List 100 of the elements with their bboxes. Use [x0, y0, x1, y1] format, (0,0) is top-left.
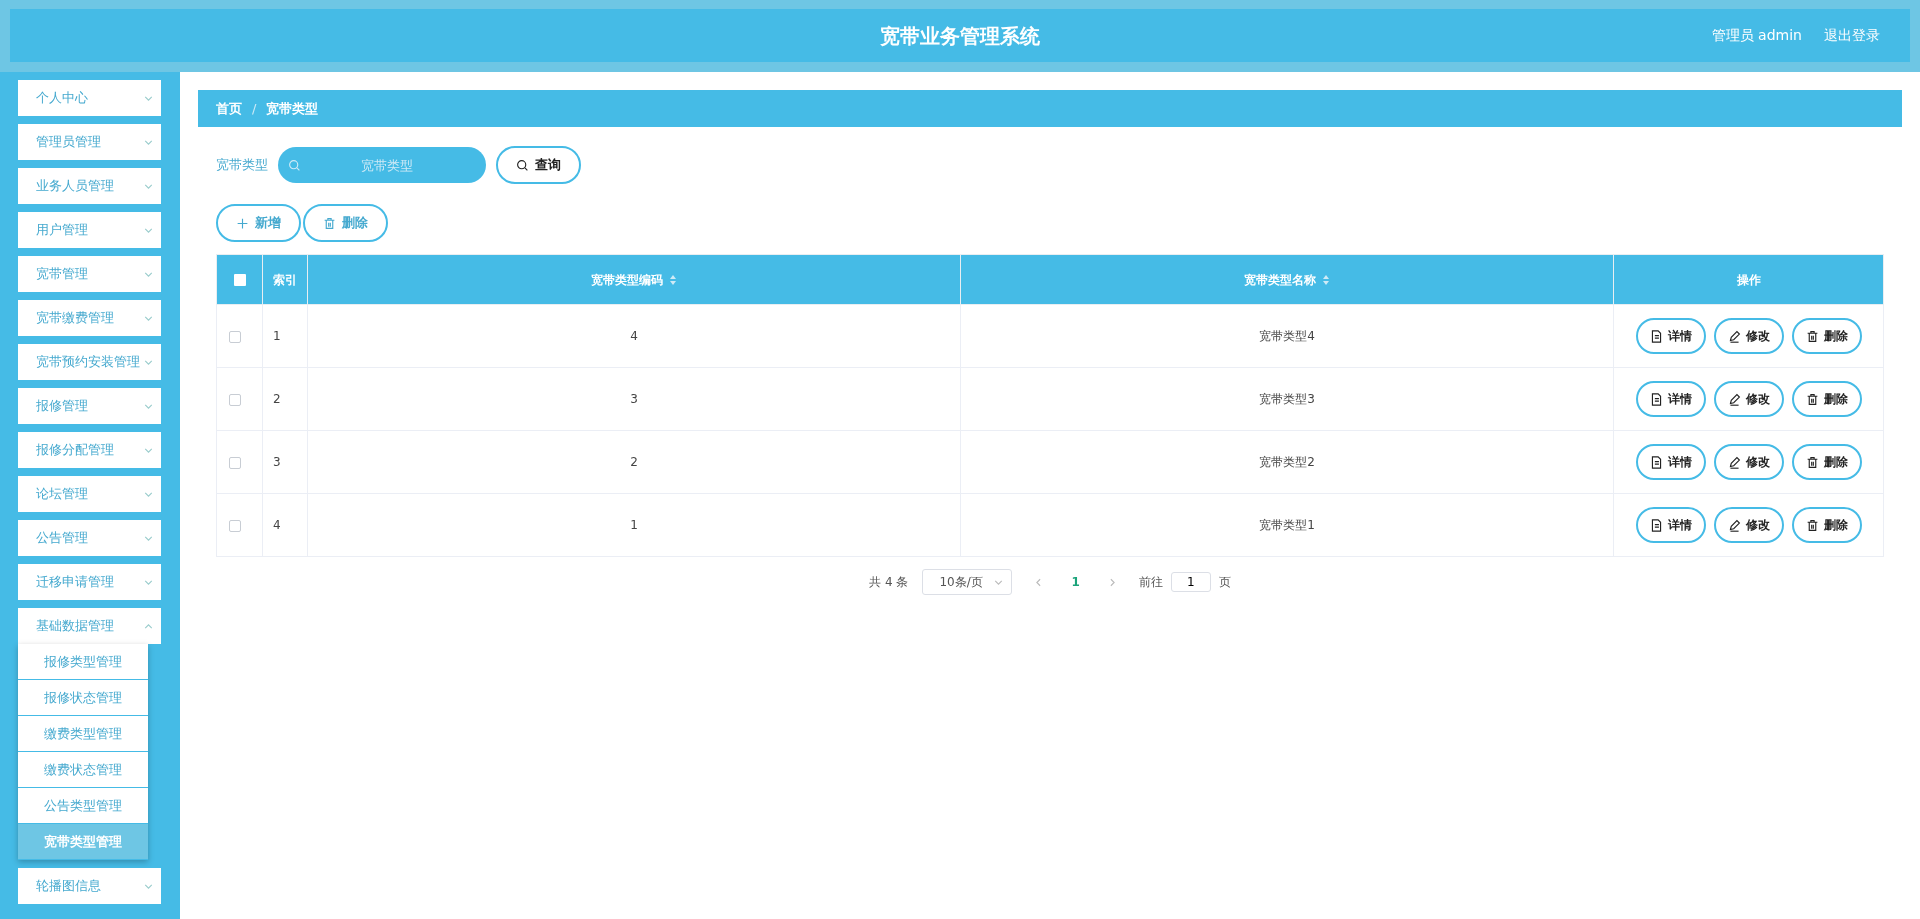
sidebar-item[interactable]: 个人中心 [18, 80, 161, 116]
sort-icon[interactable] [1322, 274, 1330, 286]
table-cell: 2 [630, 455, 638, 469]
delete-button[interactable]: 删除 [1791, 444, 1862, 480]
breadcrumb-separator: / [252, 99, 257, 118]
submenu-item[interactable]: 宽带类型管理 [18, 824, 148, 860]
select-all-checkbox[interactable] [233, 274, 246, 286]
edit-button[interactable]: 修改 [1713, 507, 1784, 543]
submenu-item[interactable]: 缴费类型管理 [18, 716, 148, 752]
app-title: 宽带业务管理系统 [880, 22, 1040, 50]
logout-link[interactable]: 退出登录 [1824, 25, 1880, 46]
delete-button[interactable]: 删除 [1791, 507, 1862, 543]
sidebar-item-label: 迁移申请管理 [36, 573, 114, 592]
page-input[interactable]: 1 [1170, 572, 1211, 592]
table-cell: 宽带类型1 [1259, 518, 1315, 532]
breadcrumb-item[interactable]: 首页 [216, 98, 242, 119]
submenu-item[interactable]: 缴费状态管理 [18, 752, 148, 788]
sidebar-item[interactable]: 用户管理 [18, 212, 161, 248]
sidebar-item-label: 公告管理 [36, 529, 88, 548]
row-checkbox[interactable] [229, 456, 241, 469]
column-header[interactable]: 宽带类型名称 [1244, 272, 1316, 287]
sort-icon[interactable] [669, 274, 677, 286]
edit-button[interactable]: 修改 [1713, 318, 1784, 354]
breadcrumb-item: 宽带类型 [266, 99, 319, 118]
pencil-icon [1727, 392, 1741, 406]
pencil-icon [1727, 518, 1741, 532]
table-cell: 宽带类型3 [1259, 392, 1315, 406]
table-cell: 1 [273, 329, 281, 343]
add-button[interactable]: 新增 [216, 204, 301, 242]
sidebar-item[interactable]: 宽带预约安装管理 [18, 344, 161, 380]
edit-button[interactable]: 修改 [1713, 444, 1784, 480]
page-number[interactable]: 1 [1065, 573, 1086, 591]
table-cell: 3 [273, 455, 281, 469]
row-checkbox[interactable] [229, 393, 241, 406]
sidebar-item-label: 宽带预约安装管理 [36, 353, 140, 372]
plus-icon [236, 216, 249, 230]
detail-button[interactable]: 详情 [1635, 507, 1706, 543]
pencil-icon [1727, 329, 1741, 343]
sidebar-item[interactable]: 管理员管理 [18, 124, 161, 160]
column-header: 操作 [1736, 272, 1761, 287]
document-icon [1649, 518, 1663, 532]
sidebar-item[interactable]: 报修管理 [18, 388, 161, 424]
sidebar-item[interactable]: 宽带缴费管理 [18, 300, 161, 336]
row-checkbox[interactable] [229, 519, 241, 532]
delete-button[interactable]: 删除 [303, 204, 388, 242]
sidebar-item[interactable]: 基础数据管理 [18, 608, 161, 644]
goto-label: 前往 [1138, 574, 1163, 591]
trash-icon [323, 216, 336, 230]
sidebar-item[interactable]: 轮播图信息 [18, 868, 161, 904]
search-button[interactable]: 查询 [496, 146, 581, 184]
sidebar-item-label: 管理员管理 [36, 133, 101, 152]
sidebar-item-label: 论坛管理 [36, 485, 88, 504]
sidebar-item[interactable]: 业务人员管理 [18, 168, 161, 204]
table-cell: 4 [273, 518, 281, 532]
detail-button[interactable]: 详情 [1635, 318, 1706, 354]
user-label: 管理员 admin [1711, 26, 1802, 45]
trash-icon [1805, 455, 1819, 469]
sidebar-item-label: 个人中心 [36, 89, 88, 108]
sidebar-item-label: 宽带管理 [36, 265, 88, 284]
search-label: 宽带类型 [216, 156, 268, 175]
detail-button[interactable]: 详情 [1635, 444, 1706, 480]
page-size-select[interactable]: 10条/页 [922, 569, 1013, 595]
column-header[interactable]: 宽带类型编码 [591, 272, 663, 287]
sidebar-item-label: 宽带缴费管理 [36, 309, 114, 328]
sidebar-item[interactable]: 宽带管理 [18, 256, 161, 292]
column-header: 索引 [273, 272, 297, 287]
table-cell: 2 [273, 392, 281, 406]
table-cell: 宽带类型2 [1259, 455, 1315, 469]
sidebar-item-label: 基础数据管理 [36, 617, 114, 636]
sidebar-item-label: 报修管理 [36, 397, 88, 416]
sidebar-item[interactable]: 公告管理 [18, 520, 161, 556]
submenu-item[interactable]: 公告类型管理 [18, 788, 148, 824]
table-cell: 4 [630, 329, 638, 343]
document-icon [1649, 392, 1663, 406]
submenu-item[interactable]: 报修类型管理 [18, 644, 148, 680]
table-cell: 宽带类型4 [1259, 329, 1315, 343]
pencil-icon [1727, 455, 1741, 469]
trash-icon [1805, 329, 1819, 343]
sidebar-item-label: 报修分配管理 [36, 441, 114, 460]
detail-button[interactable]: 详情 [1635, 381, 1706, 417]
total-count: 共 4 条 [869, 574, 909, 591]
delete-button[interactable]: 删除 [1791, 318, 1862, 354]
sidebar-item[interactable]: 论坛管理 [18, 476, 161, 512]
submenu-item[interactable]: 报修状态管理 [18, 680, 148, 716]
edit-button[interactable]: 修改 [1713, 381, 1784, 417]
sidebar-item-label: 用户管理 [36, 221, 88, 240]
table-cell: 3 [630, 392, 638, 406]
document-icon [1649, 455, 1663, 469]
search-field[interactable]: 宽带类型 [278, 147, 486, 183]
search-icon [516, 158, 529, 172]
sidebar-item[interactable]: 报修分配管理 [18, 432, 161, 468]
row-checkbox[interactable] [229, 330, 241, 343]
trash-icon [1805, 392, 1819, 406]
trash-icon [1805, 518, 1819, 532]
table-cell: 1 [630, 518, 638, 532]
page-suffix: 页 [1218, 574, 1231, 591]
sidebar-item[interactable]: 迁移申请管理 [18, 564, 161, 600]
sidebar-item-label: 轮播图信息 [36, 877, 101, 896]
document-icon [1649, 329, 1663, 343]
delete-button[interactable]: 删除 [1791, 381, 1862, 417]
